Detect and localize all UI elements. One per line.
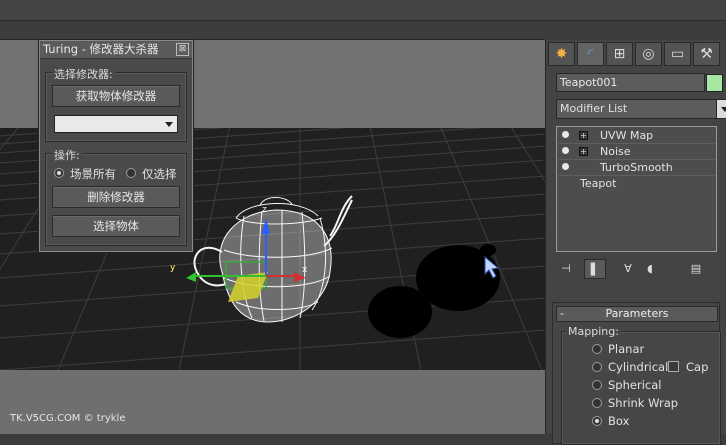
cap-checkbox[interactable] [668,361,679,372]
gizmo-y-label: y [170,263,176,273]
radio-cylindrical[interactable] [592,362,602,372]
select-modifier-group: 选择修改器: 获取物体修改器 [45,66,187,142]
parameters-title: Parameters [605,307,669,320]
modifier-list-dropdown[interactable]: Modifier List [556,99,726,119]
stack-item-label: Noise [600,145,631,158]
operations-label: 操作: [52,147,82,163]
utilities-icon: ⚒ [700,46,713,62]
watermark-text: TK.V5CG.COM © trykle [10,413,126,424]
expand-plus-icon[interactable]: + [579,147,588,156]
stack-toolbar: ⊣ ▌ ∀ ◖ ▤ [556,259,721,279]
radio-scene-all-label: 场景所有 [70,167,116,181]
utilities-tab[interactable]: ⚒ [693,42,720,66]
stack-item-noise[interactable]: + Noise [558,144,715,160]
pin-stack-icon[interactable]: ⊣ [556,259,576,277]
radio-shrink-wrap[interactable] [592,398,602,408]
show-end-result-icon[interactable]: ▌ [584,259,606,279]
select-modifier-label: 选择修改器: [52,66,115,82]
create-icon: ✸ [555,46,568,62]
stack-item-uvw-map[interactable]: + UVW Map [558,128,715,144]
delete-modifier-button[interactable]: 删除修改器 [52,186,180,208]
radio-shrink-wrap-label: Shrink Wrap [608,396,679,410]
radio-spherical-label: Spherical [608,378,662,392]
radio-scene-all[interactable] [54,168,64,178]
configure-sets-icon[interactable]: ▤ [686,259,706,277]
modify-tab[interactable]: ◜ [577,42,604,66]
parameters-rollout-header[interactable]: - Parameters [556,306,718,322]
motion-icon: ◎ [642,46,655,62]
expand-plus-icon[interactable]: + [579,131,588,140]
radio-planar[interactable] [592,344,602,354]
chevron-down-icon[interactable] [716,99,726,119]
cap-label: Cap [686,360,709,374]
stack-item-turbosmooth[interactable]: TurboSmooth [558,160,715,176]
stack-item-teapot[interactable]: Teapot [558,176,715,191]
modify-icon: ◜ [587,46,594,62]
radio-selected-only[interactable] [126,168,136,178]
gizmo-x-label: x [302,265,308,275]
motion-tab[interactable]: ◎ [635,42,662,66]
viewport-header-bar [0,21,545,40]
lightbulb-icon[interactable] [562,131,569,138]
mapping-label: Mapping: [566,325,621,338]
operations-group: 操作: 场景所有 仅选择 删除修改器 选择物体 [45,147,187,246]
radio-selected-only-label: 仅选择 [142,167,177,181]
top-toolbar [0,0,726,21]
modifier-combo[interactable] [54,115,178,133]
gizmo-z-label: z [262,205,267,215]
lightbulb-icon[interactable] [562,147,569,154]
modifier-stack[interactable]: + UVW Map + Noise TurboSmooth Teapot [556,126,717,252]
display-icon: ▭ [670,46,685,62]
turing-modifier-panel: Turing - 修改器大杀器 ⊠ 选择修改器: 获取物体修改器 操作: 场景所… [39,40,193,252]
stack-item-label: TurboSmooth [600,161,673,174]
object-name-field[interactable]: Teapot001 [556,73,705,92]
chevron-down-icon [165,122,173,127]
hierarchy-icon: ⊞ [613,46,626,62]
display-tab[interactable]: ▭ [664,42,691,66]
command-panel: ✸ ◜ ⊞ ◎ ▭ ⚒ Teapot001 Modifier List + UV… [545,40,726,445]
hierarchy-tab[interactable]: ⊞ [606,42,633,66]
close-icon[interactable]: ⊠ [176,43,189,56]
create-tab[interactable]: ✸ [548,42,575,66]
stack-item-label: Teapot [580,177,617,190]
stack-item-label: UVW Map [600,129,654,142]
lightbulb-icon[interactable] [562,163,569,170]
panel-title: Turing - 修改器大杀器 [40,41,192,59]
radio-box[interactable] [592,416,602,426]
parameters-rollout: - Parameters Mapping: Planar Cylindrical… [552,302,721,445]
modifier-list-label: Modifier List [560,102,628,115]
select-objects-button[interactable]: 选择物体 [52,215,180,237]
make-unique-icon[interactable]: ∀ [618,259,638,277]
radio-spherical[interactable] [592,380,602,390]
get-modifiers-button[interactable]: 获取物体修改器 [52,85,180,107]
radio-box-label: Box [608,414,630,428]
remove-modifier-icon[interactable]: ◖ [640,259,660,277]
radio-cylindrical-label: Cylindrical [608,360,669,374]
mapping-group: Mapping: Planar Cylindrical Cap Spherica… [561,325,721,445]
collapse-icon: - [560,307,564,320]
viewport-lower-bg [0,370,545,434]
radio-planar-label: Planar [608,342,645,356]
object-color-swatch[interactable] [706,74,723,92]
